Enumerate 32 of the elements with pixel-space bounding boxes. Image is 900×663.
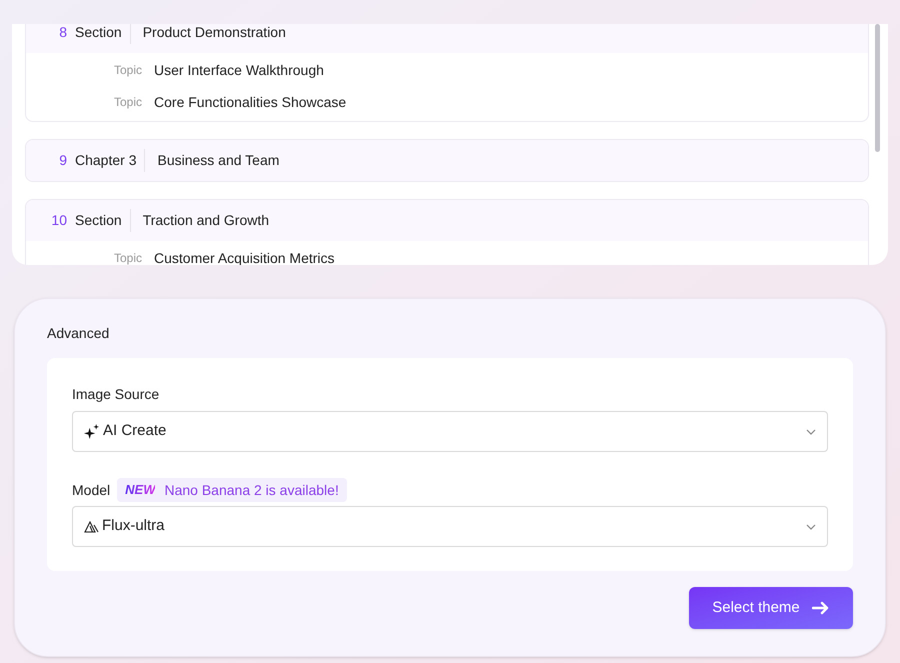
chevron-down-icon	[806, 428, 816, 434]
outline-header[interactable]: 8 Section Product Demonstration	[26, 24, 868, 53]
image-source-select[interactable]: AI Create	[72, 411, 828, 452]
scrollbar-thumb[interactable]	[875, 24, 880, 152]
item-number: 8	[58, 24, 68, 42]
topic-label: Topic	[114, 94, 142, 111]
section-title: Advanced	[47, 324, 110, 341]
outline-header[interactable]: 9 Chapter 3 Business and Team	[26, 140, 868, 181]
sparkle-icon	[84, 424, 99, 439]
model-select[interactable]: Flux-ultra	[72, 506, 828, 547]
topic-label: Topic	[114, 62, 142, 79]
topic-title: User Interface Walkthrough	[154, 60, 324, 80]
item-kind: Section	[75, 209, 131, 232]
outline-header[interactable]: 10 Section Traction and Growth	[26, 200, 868, 241]
select-value: AI Create	[103, 421, 168, 442]
item-number: 9	[58, 151, 68, 170]
item-number: 10	[50, 211, 68, 230]
item-title: Business and Team	[156, 151, 280, 170]
item-title: Traction and Growth	[142, 211, 270, 230]
topic-label: Topic	[114, 250, 142, 265]
triangle-icon	[84, 520, 99, 532]
arrow-right-icon	[812, 601, 830, 615]
field-label: Model	[72, 480, 110, 500]
badge-text: Nano Banana 2 is available!	[164, 480, 339, 500]
topic-title: Core Functionalities Showcase	[154, 92, 346, 112]
chevron-down-icon	[806, 524, 816, 530]
item-kind: Section	[75, 24, 131, 44]
item-title: Product Demonstration	[142, 24, 286, 42]
select-value: Flux-ultra	[102, 516, 166, 536]
select-theme-button[interactable]: Select theme	[689, 587, 853, 629]
item-kind: Chapter 3	[75, 149, 146, 172]
field-label: Image Source	[72, 385, 160, 402]
